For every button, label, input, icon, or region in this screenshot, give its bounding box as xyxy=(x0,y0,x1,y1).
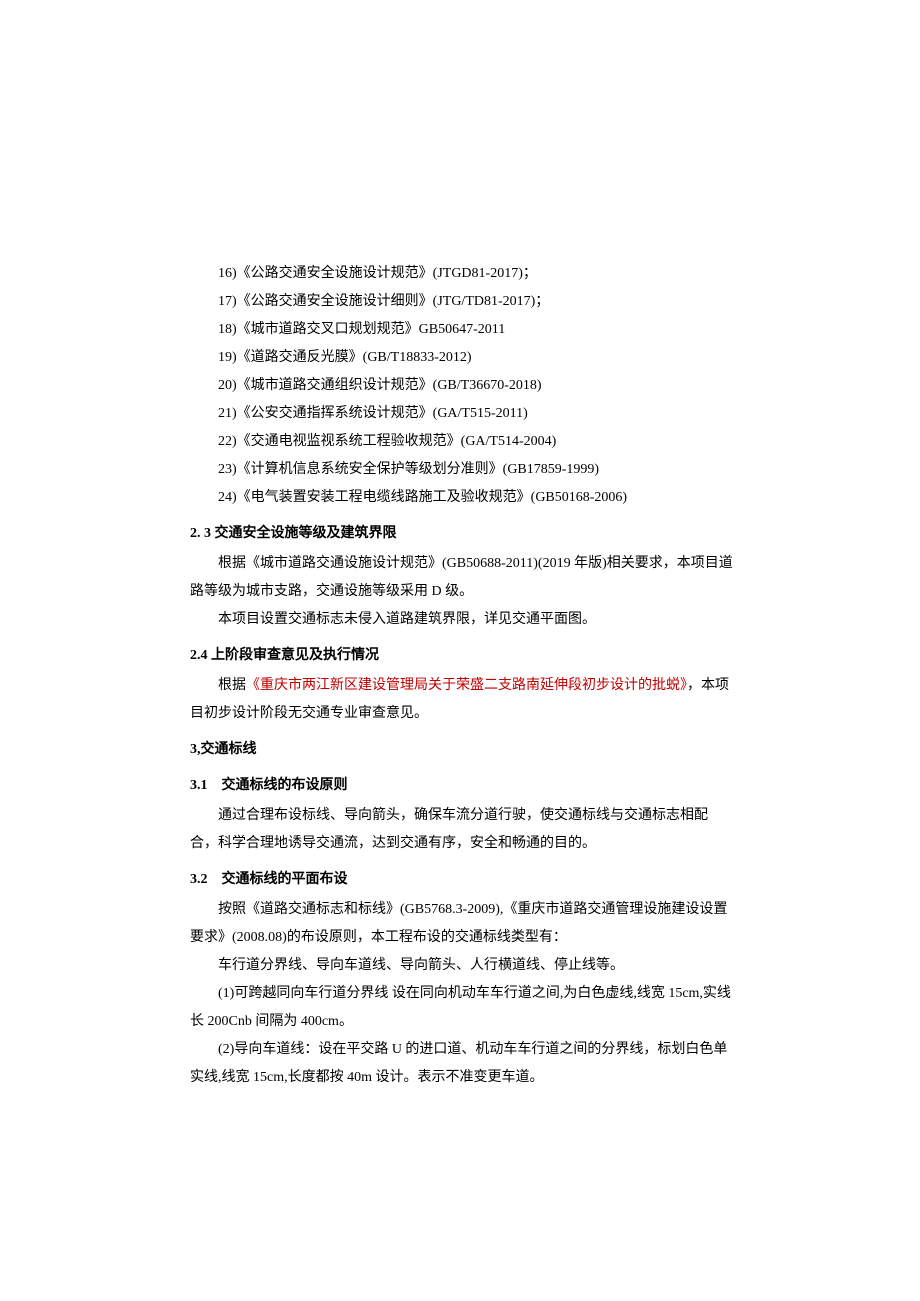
standard-item-22: 22)《交通电视监视系统工程验收规范》(GA/T514-2004) xyxy=(190,428,735,456)
paragraph-2-4-1a: 根据 xyxy=(218,678,246,693)
paragraph-2-3-1: 根据《城市道路交通设施设计规范》(GB50688-2011)(2019 年版)相… xyxy=(190,550,735,606)
standard-item-23: 23)《计算机信息系统安全保护等级划分准则》(GB17859-1999) xyxy=(190,456,735,484)
standard-item-18: 18)《城市道路交叉口规划规范》GB50647-2011 xyxy=(190,316,735,344)
paragraph-3-2-2: 车行道分界线、导向车道线、导向箭头、人行横道线、停止线等。 xyxy=(190,952,735,980)
reference-red: 《重庆市两江新区建设管理局关于荣盛二支路南延伸段初步设计的批蜕》 xyxy=(246,678,687,693)
standard-item-21: 21)《公安交通指挥系统设计规范》(GA/T515-2011) xyxy=(190,400,735,428)
standard-item-16: 16)《公路交通安全设施设计规范》(JTGD81-2017)； xyxy=(190,260,735,288)
standard-item-17: 17)《公路交通安全设施设计细则》(JTG/TD81-2017)； xyxy=(190,288,735,316)
heading-2-4: 2.4 上阶段审查意见及执行情况 xyxy=(190,642,735,670)
paragraph-2-3-2: 本项目设置交通标志未侵入道路建筑界限，详见交通平面图。 xyxy=(190,606,735,634)
paragraph-2-4-1: 根据《重庆市两江新区建设管理局关于荣盛二支路南延伸段初步设计的批蜕》，本项目初步… xyxy=(190,672,735,728)
standard-item-24: 24)《电气装置安装工程电缆线路施工及验收规范》(GB50168-2006) xyxy=(190,484,735,512)
paragraph-3-1-1: 通过合理布设标线、导向箭头，确保车流分道行驶，使交通标线与交通标志相配合，科学合… xyxy=(190,802,735,858)
paragraph-3-2-3: (1)可跨越同向车行道分界线 设在同向机动车车行道之间,为白色虚线,线宽 15c… xyxy=(190,980,735,1036)
document-page: 16)《公路交通安全设施设计规范》(JTGD81-2017)； 17)《公路交通… xyxy=(0,0,920,1192)
standard-item-19: 19)《道路交通反光膜》(GB/T18833-2012) xyxy=(190,344,735,372)
heading-2-3: 2. 3 交通安全设施等级及建筑界限 xyxy=(190,520,735,548)
heading-3: 3,交通标线 xyxy=(190,736,735,764)
heading-3-1: 3.1 交通标线的布设原则 xyxy=(190,772,735,800)
heading-3-2: 3.2 交通标线的平面布设 xyxy=(190,866,735,894)
standard-item-20: 20)《城市道路交通组织设计规范》(GB/T36670-2018) xyxy=(190,372,735,400)
paragraph-3-2-4: (2)导向车道线：设在平交路 U 的进口道、机动车车行道之间的分界线，标划白色单… xyxy=(190,1036,735,1092)
paragraph-3-2-1: 按照《道路交通标志和标线》(GB5768.3-2009),《重庆市道路交通管理设… xyxy=(190,896,735,952)
